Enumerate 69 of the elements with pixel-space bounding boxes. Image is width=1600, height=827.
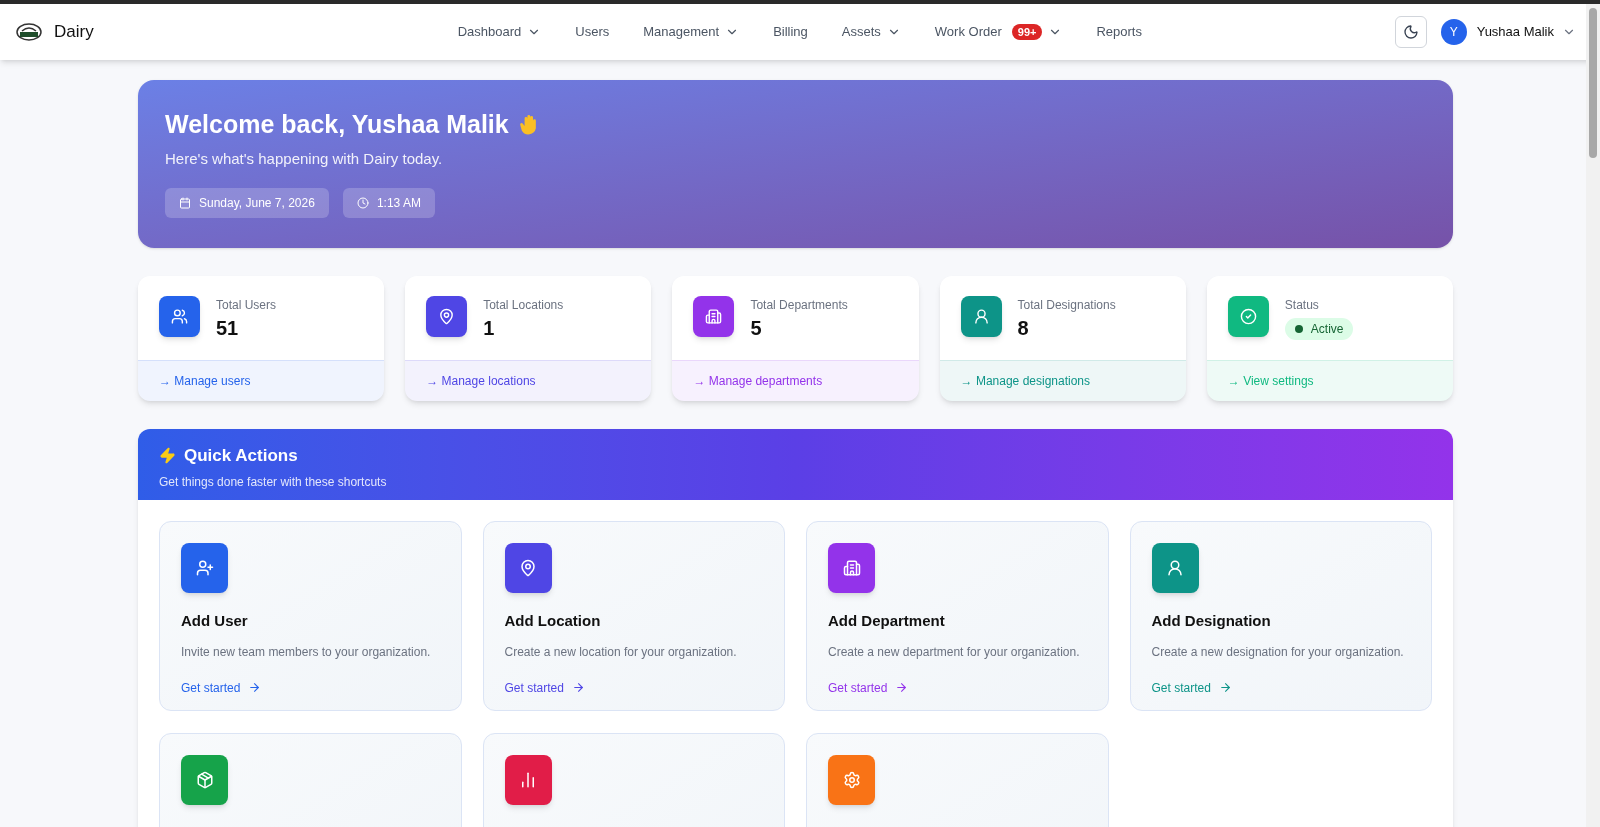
building-icon <box>705 308 723 325</box>
user-plus-icon <box>195 559 214 577</box>
nav-item[interactable]: Reports <box>1096 22 1142 42</box>
section-title: Quick Actions <box>184 445 298 467</box>
manage-link[interactable]: → Manage designations <box>960 372 1090 390</box>
stat-label: Total Designations <box>1017 297 1116 314</box>
chart-icon <box>519 771 537 789</box>
nav-item[interactable]: Assets <box>841 22 901 42</box>
app-name: Dairy <box>54 21 94 44</box>
building-icon <box>842 559 861 577</box>
get-started-link[interactable]: Get started <box>181 678 262 697</box>
action-title: Add Designation <box>1151 611 1272 631</box>
stat-label: Total Users <box>216 297 277 314</box>
settings-icon <box>842 771 861 789</box>
clock-icon <box>356 197 369 209</box>
action-title: Add User <box>181 611 249 631</box>
welcome-title: Welcome back, Yushaa Malik <box>165 109 509 140</box>
action-description: Create a new location for your organization. <box>504 643 738 661</box>
status-badge: Active <box>1284 318 1354 340</box>
box-icon <box>195 771 214 789</box>
check-circle-icon <box>1239 308 1257 325</box>
logo-icon <box>16 23 42 41</box>
stat-label: Status <box>1284 297 1320 314</box>
lightning-icon <box>159 447 176 465</box>
section-subtitle: Get things done faster with these shortcuts <box>159 473 388 491</box>
arrow-right-icon <box>1218 681 1232 694</box>
person-icon <box>972 308 990 325</box>
action-description: Invite new team members to your organization. <box>181 643 432 661</box>
action-card[interactable]: Add Designation Create a new designation for your organization. Get started <box>1129 521 1432 711</box>
get-started-link[interactable]: Get started <box>1151 678 1232 697</box>
users-icon <box>171 308 188 325</box>
action-title: Add Department <box>828 611 946 631</box>
nav-item[interactable]: Billing <box>773 22 808 42</box>
user-menu[interactable]: Yushaa Malik <box>1476 22 1576 42</box>
action-card[interactable]: Add Location Create a new location for your organization. Get started <box>482 521 785 711</box>
arrow-right-icon <box>895 681 909 694</box>
get-started-link[interactable]: Get started <box>504 678 585 697</box>
person-icon <box>1166 559 1184 577</box>
date-text: Sunday, June 7, 2026 <box>199 195 315 212</box>
action-description: Create a new designation for your organization. <box>1151 643 1405 661</box>
stat-value: 51 <box>216 316 240 341</box>
moon-icon <box>1402 24 1419 40</box>
nav-item[interactable]: Work Order 99+ <box>934 22 1063 42</box>
nav-item[interactable]: Users <box>575 22 610 42</box>
arrow-right-icon <box>571 681 585 694</box>
stat-value: 5 <box>750 316 763 341</box>
stat-value: 1 <box>483 316 496 341</box>
nav-item[interactable]: Management <box>643 22 740 42</box>
arrow-right-icon <box>248 681 262 694</box>
user-avatar[interactable]: Y <box>1440 19 1467 45</box>
welcome-subtitle: Here's what's happening with Dairy today. <box>165 148 444 169</box>
action-title: Add Location <box>504 611 602 631</box>
time-text: 1:13 AM <box>376 195 421 212</box>
action-description: Create a new department for your organization. <box>828 643 1081 661</box>
map-pin-icon <box>519 559 537 577</box>
manage-link[interactable]: → Manage departments <box>693 372 823 390</box>
action-card[interactable]: Add Department Create a new department for your organization. Get started <box>806 521 1109 711</box>
stat-label: Total Locations <box>483 297 564 314</box>
map-pin-icon <box>438 308 456 325</box>
get-started-link[interactable]: Get started <box>828 678 909 697</box>
manage-link[interactable]: → Manage locations <box>426 372 536 390</box>
count-badge: 99+ <box>1011 24 1043 40</box>
dark-mode-button[interactable] <box>1394 16 1427 48</box>
nav-item[interactable]: Dashboard <box>457 22 542 42</box>
stat-label: Total Departments <box>750 297 848 314</box>
manage-link[interactable]: → Manage users <box>159 372 251 390</box>
stat-value: 8 <box>1017 316 1030 341</box>
calendar-icon <box>179 197 191 209</box>
action-card[interactable]: Add User Invite new team members to your organization. Get started <box>159 521 462 711</box>
